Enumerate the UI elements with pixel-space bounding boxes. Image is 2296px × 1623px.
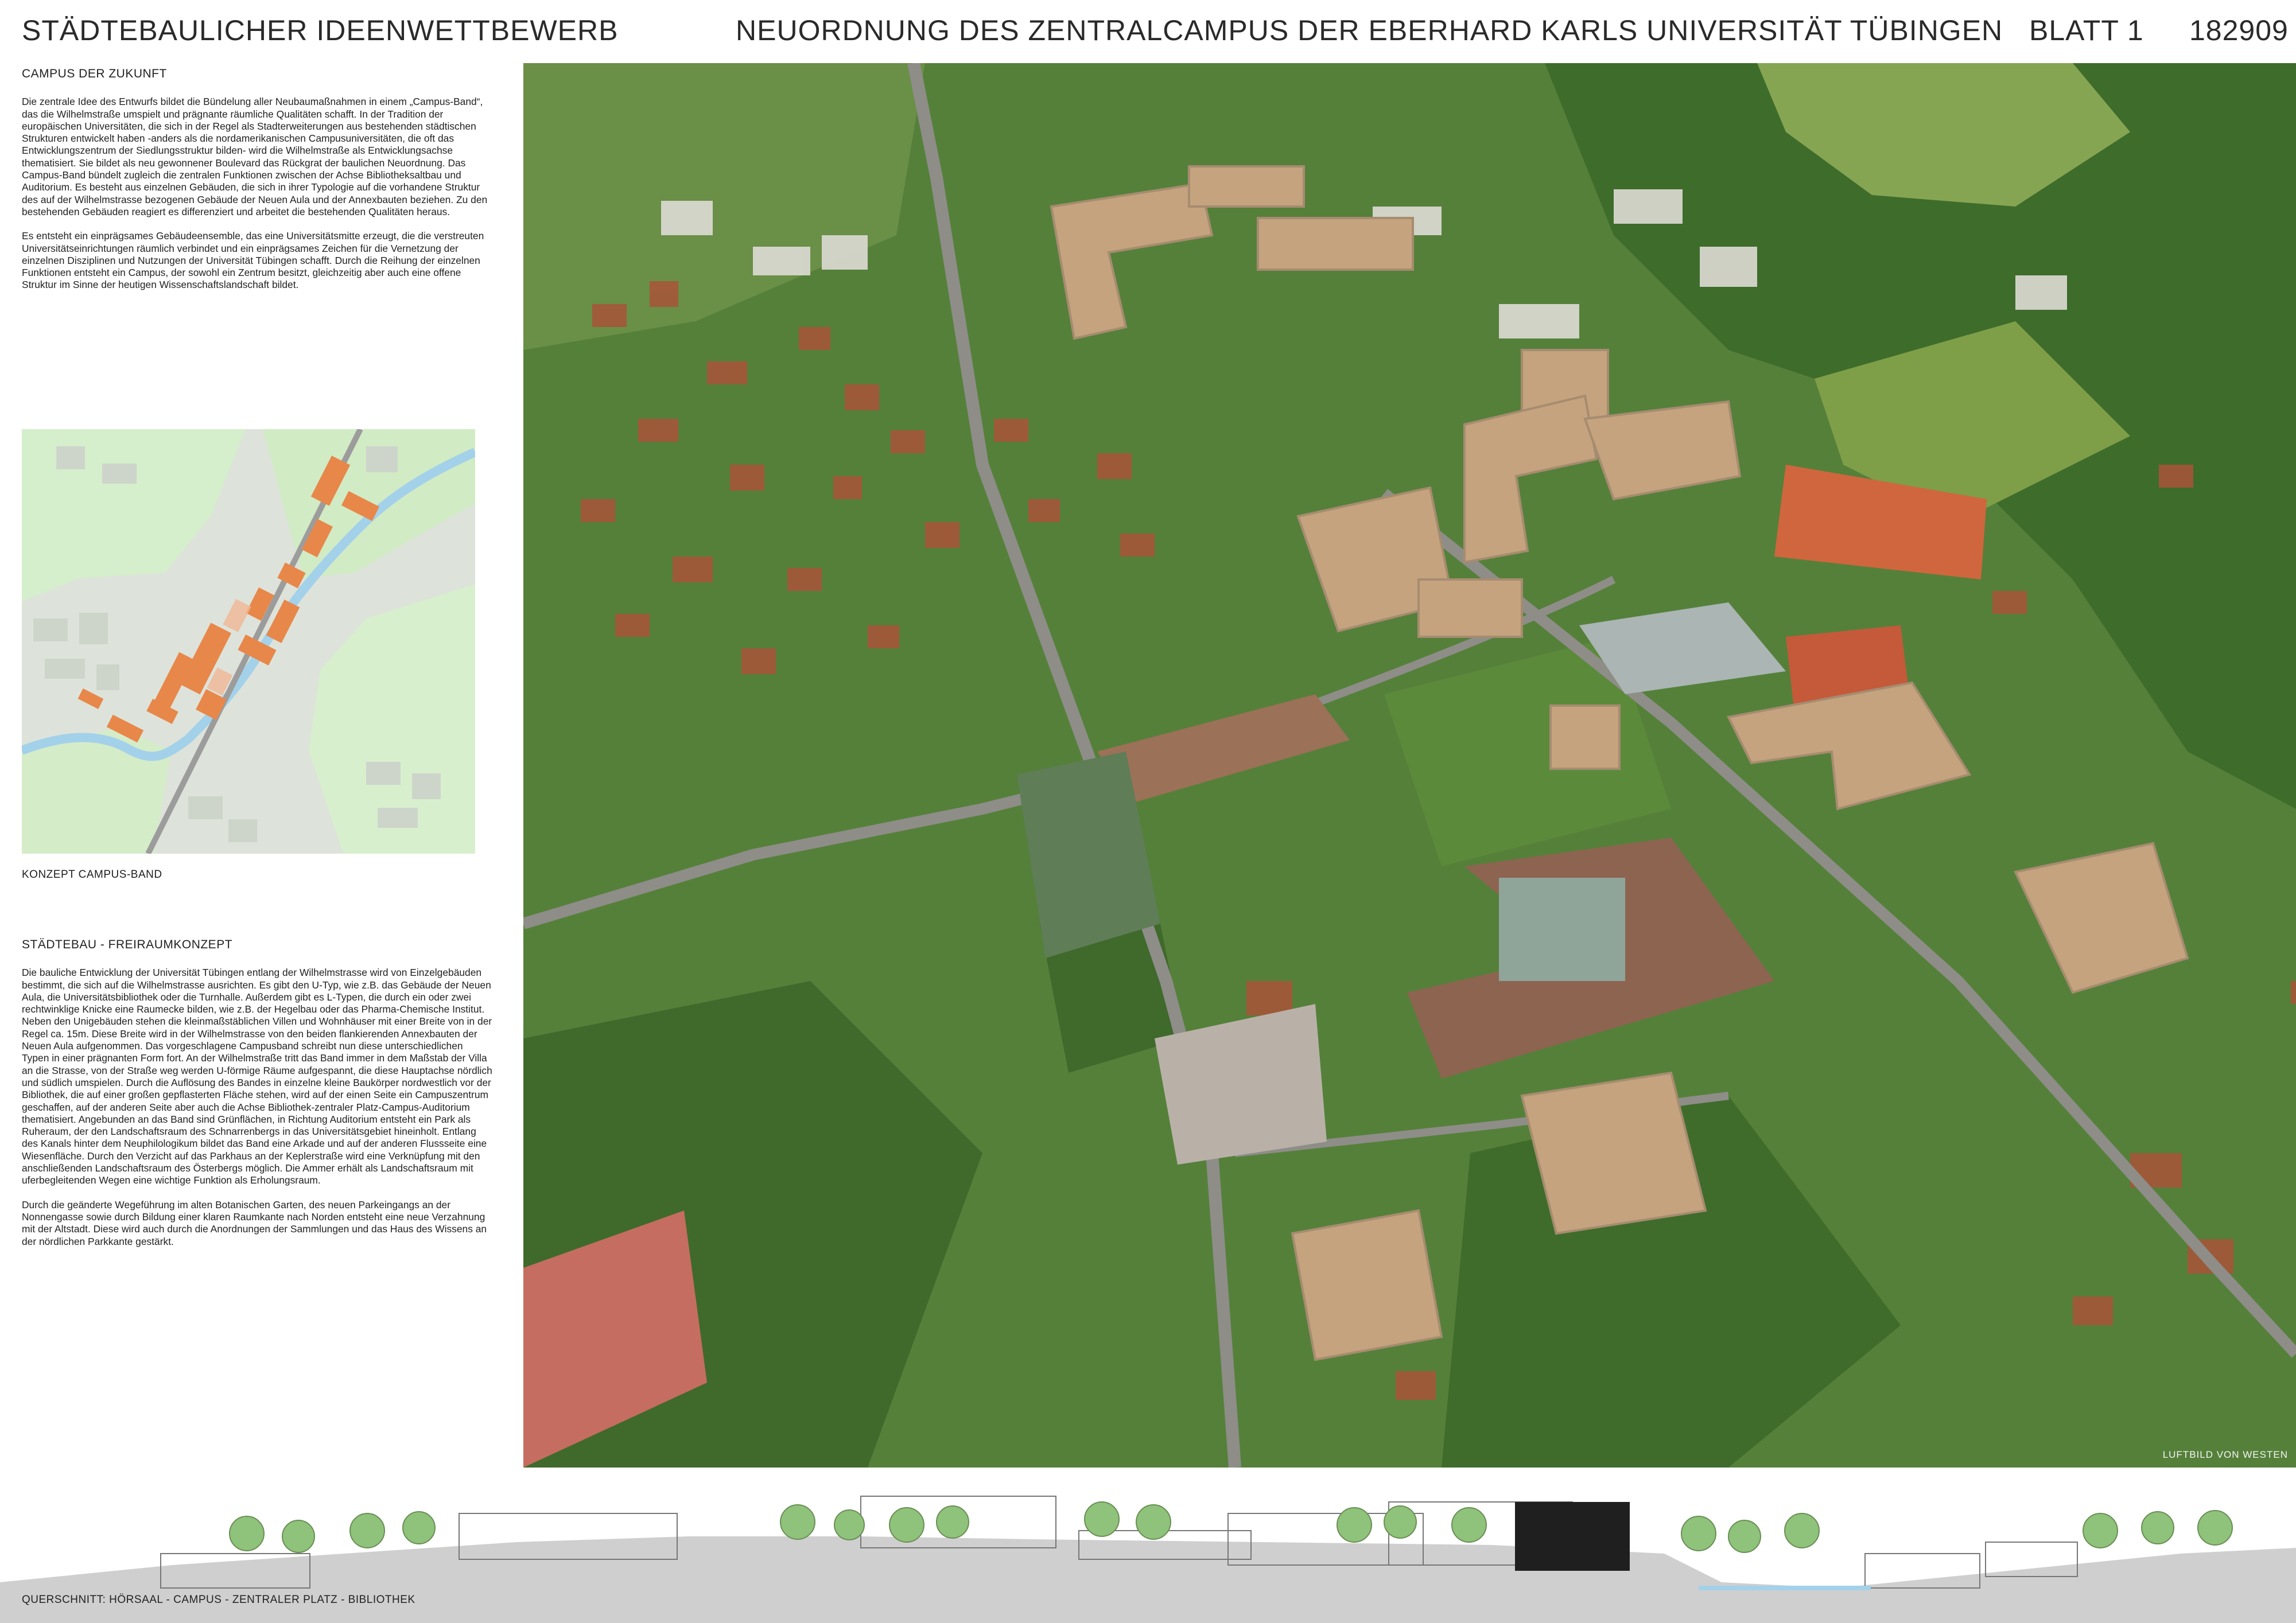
concept-diagram — [22, 429, 475, 854]
intro-paragraph-2: Es entsteht ein einprägsames Gebäudeense… — [22, 230, 484, 291]
concept-map-svg — [22, 429, 475, 854]
sheet-header: STÄDTEBAULICHER IDEENWETTBEWERB NEUORDNU… — [0, 0, 2296, 60]
intro-text-block: CAMPUS DER ZUKUNFT Die zentrale Idee des… — [22, 68, 492, 291]
town-planning-text-block: STÄDTEBAU - FREIRAUMKONZEPT Die bauliche… — [22, 939, 492, 1248]
section-highlight-building — [1515, 1502, 1630, 1571]
intro-paragraph-1: Die zentrale Idee des Entwurfs bildet di… — [22, 96, 488, 217]
aerial-photo: LUFTBILD VON WESTEN — [523, 63, 2296, 1468]
section-caption: QUERSCHNITT: HÖRSAAL - CAMPUS - ZENTRALE… — [22, 1594, 415, 1606]
competition-title: STÄDTEBAULICHER IDEENWETTBEWERB — [22, 14, 619, 46]
aerial-credit: LUFTBILD VON WESTEN — [2162, 1449, 2288, 1460]
town-planning-heading: STÄDTEBAU - FREIRAUMKONZEPT — [22, 938, 233, 951]
aerial-photo-svg — [523, 63, 2296, 1468]
concept-caption: KONZEPT CAMPUS-BAND — [22, 869, 162, 881]
intro-heading: CAMPUS DER ZUKUNFT — [22, 67, 167, 80]
town-planning-paragraph-1: Die bauliche Entwicklung der Universität… — [22, 967, 492, 1186]
project-title: NEUORDNUNG DES ZENTRALCAMPUS DER EBERHAR… — [736, 14, 2003, 46]
town-planning-paragraph-2: Durch die geänderte Wegeführung im alten… — [22, 1198, 487, 1247]
entry-number: 182909 — [2189, 14, 2289, 46]
library-glass-roof — [1499, 878, 1625, 981]
sheet-label: BLATT 1 — [2029, 14, 2144, 46]
